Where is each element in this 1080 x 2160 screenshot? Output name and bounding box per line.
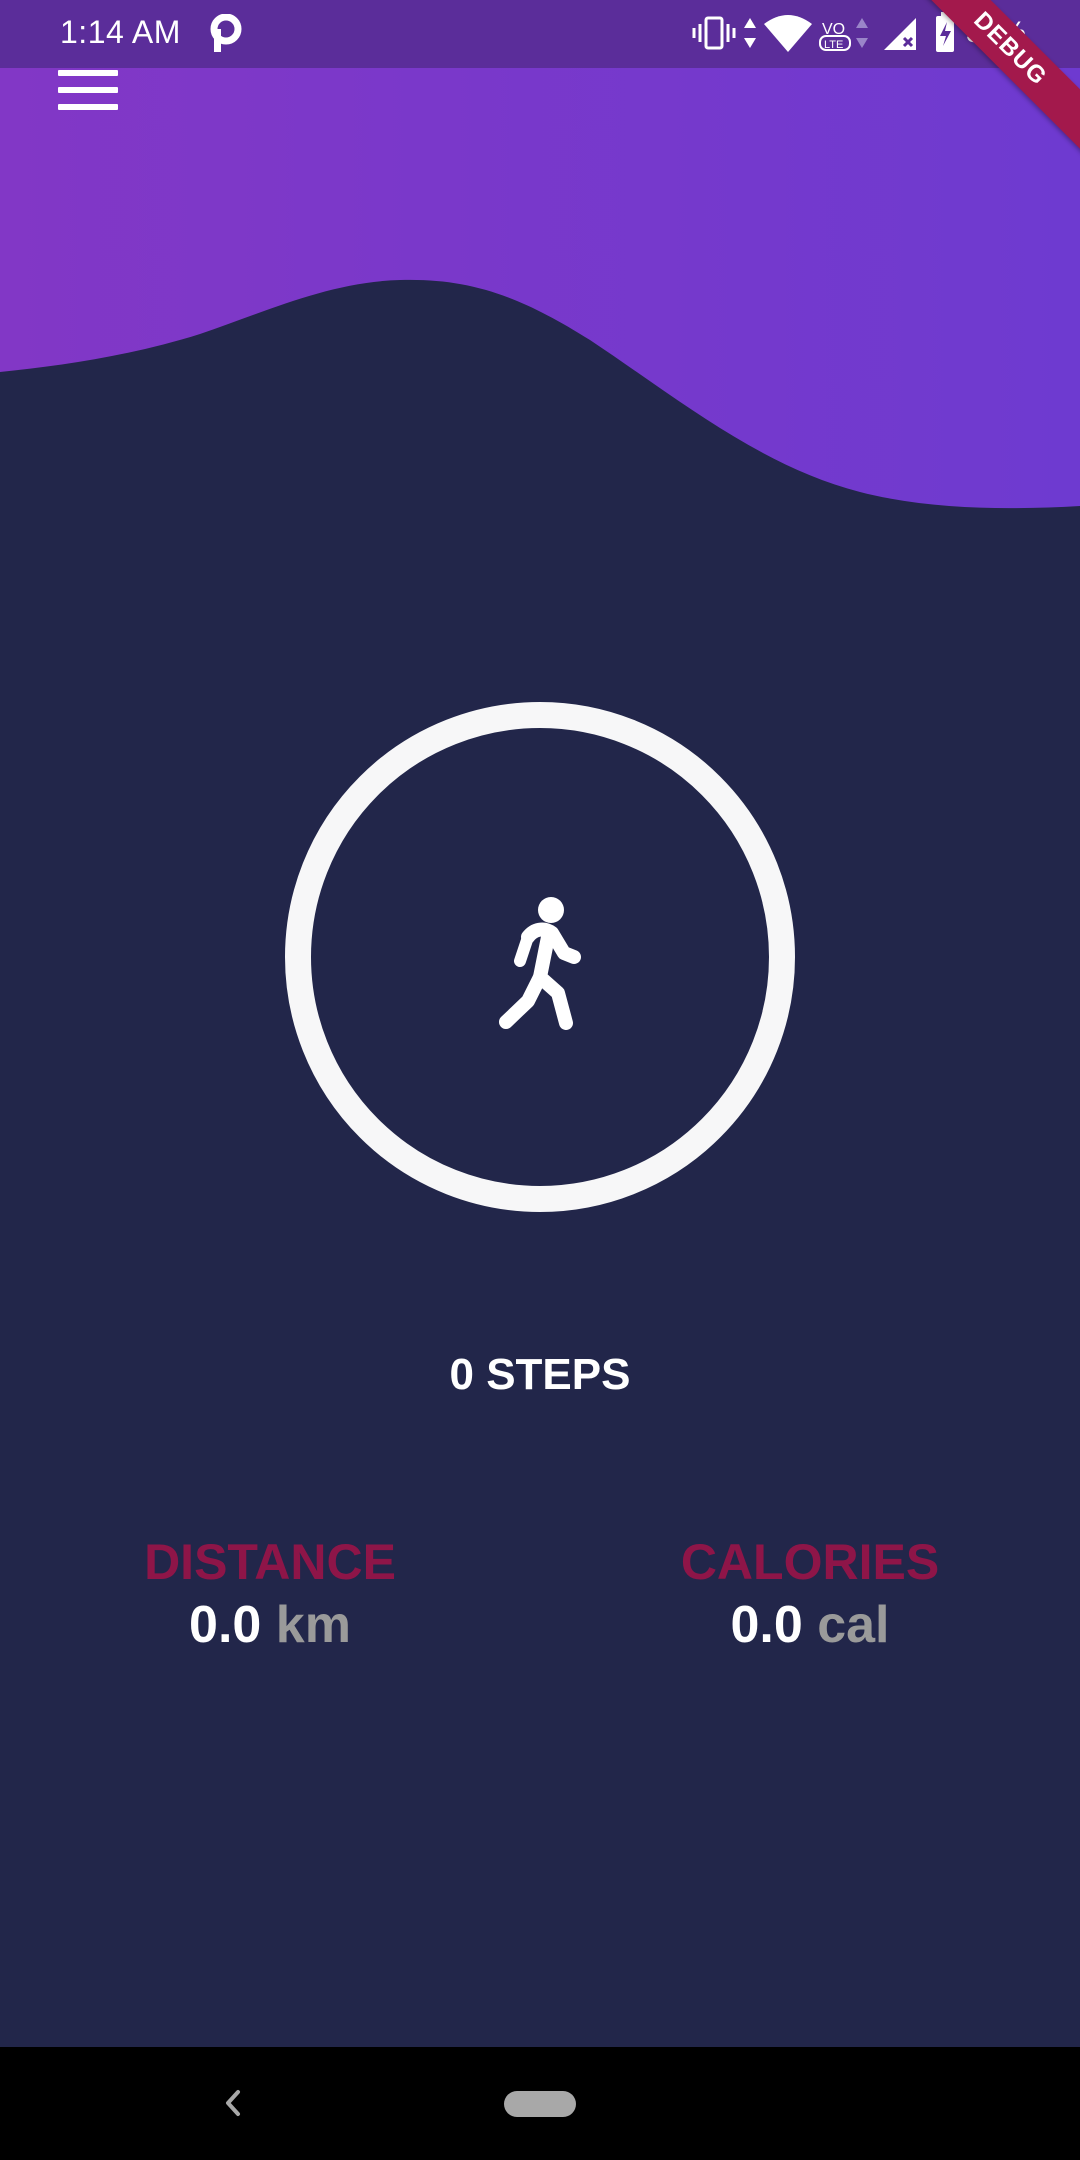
distance-unit: km bbox=[275, 1596, 351, 1654]
distance-stat: DISTANCE 0.0 km bbox=[70, 1530, 470, 1656]
calories-value-row: 0.0 cal bbox=[610, 1594, 1010, 1656]
menu-button[interactable] bbox=[58, 68, 120, 114]
data-arrows-dim-icon bbox=[856, 18, 868, 48]
vibrate-icon bbox=[692, 16, 736, 50]
signal-icon bbox=[884, 18, 916, 50]
distance-label: DISTANCE bbox=[144, 1534, 396, 1590]
status-time: 1:14 AM bbox=[60, 14, 181, 50]
volte-icon: VO LTE bbox=[819, 21, 851, 51]
app-screen: 1:14 AM VO LTE DEBUG 0 STEPS DISTANCE 0.… bbox=[0, 0, 1080, 2160]
data-arrows-icon bbox=[744, 18, 756, 48]
home-pill-icon[interactable] bbox=[504, 2091, 576, 2117]
walking-person-icon bbox=[499, 897, 581, 1030]
calories-stat: CALORIES 0.0 cal bbox=[610, 1530, 1010, 1656]
status-bar: 1:14 AM VO LTE bbox=[0, 0, 1080, 68]
calories-value: 0.0 bbox=[730, 1596, 803, 1654]
header-wave bbox=[0, 0, 1080, 509]
calories-label: CALORIES bbox=[680, 1534, 940, 1590]
svg-text:LTE: LTE bbox=[824, 39, 843, 51]
distance-value-row: 0.0 km bbox=[70, 1594, 470, 1656]
wifi-icon bbox=[764, 15, 812, 52]
distance-value: 0.0 bbox=[189, 1596, 262, 1654]
steps-count: 0 STEPS bbox=[449, 1350, 631, 1399]
notification-p-icon bbox=[210, 14, 242, 52]
calories-unit: cal bbox=[817, 1596, 890, 1654]
back-icon[interactable] bbox=[218, 2086, 248, 2120]
